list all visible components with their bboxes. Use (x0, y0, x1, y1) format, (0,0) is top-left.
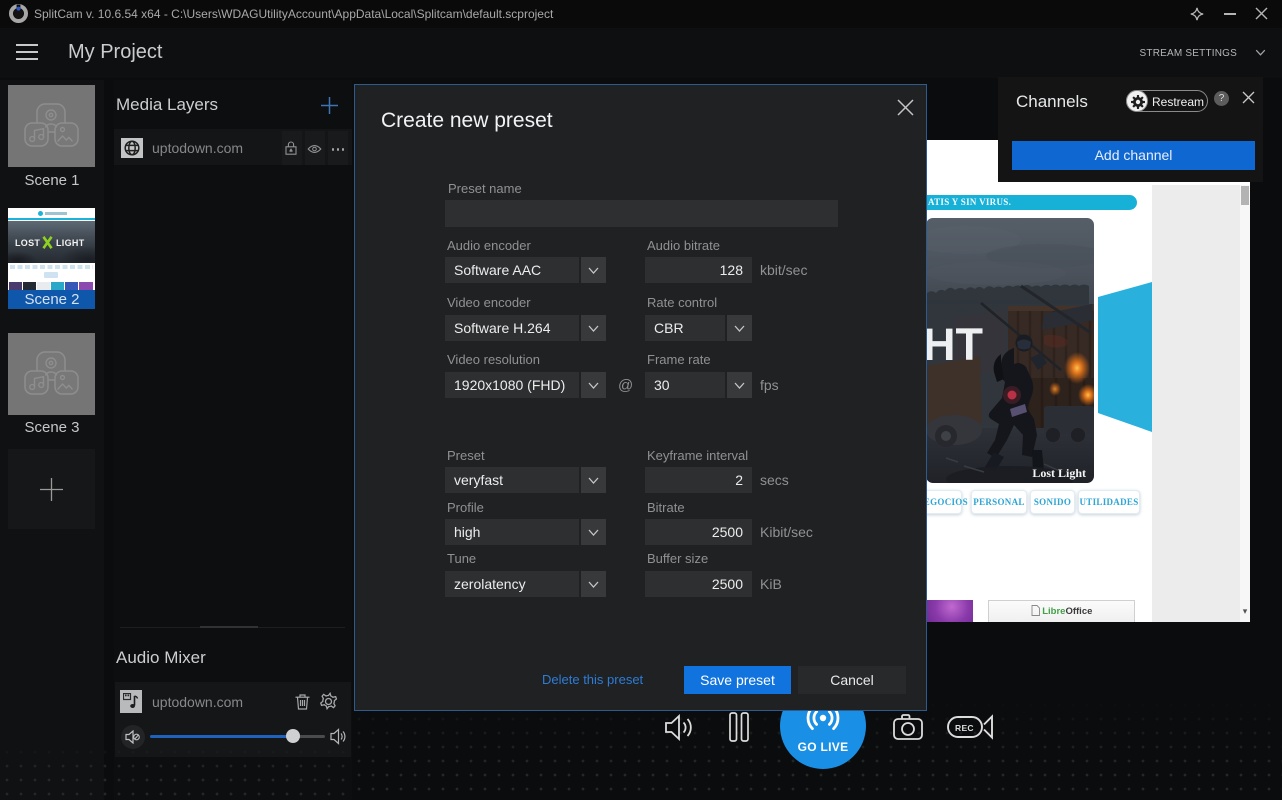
svg-text:HT: HT (926, 319, 983, 370)
svg-text:REC: REC (955, 723, 974, 733)
svg-text:Lost Light: Lost Light (1032, 466, 1086, 480)
